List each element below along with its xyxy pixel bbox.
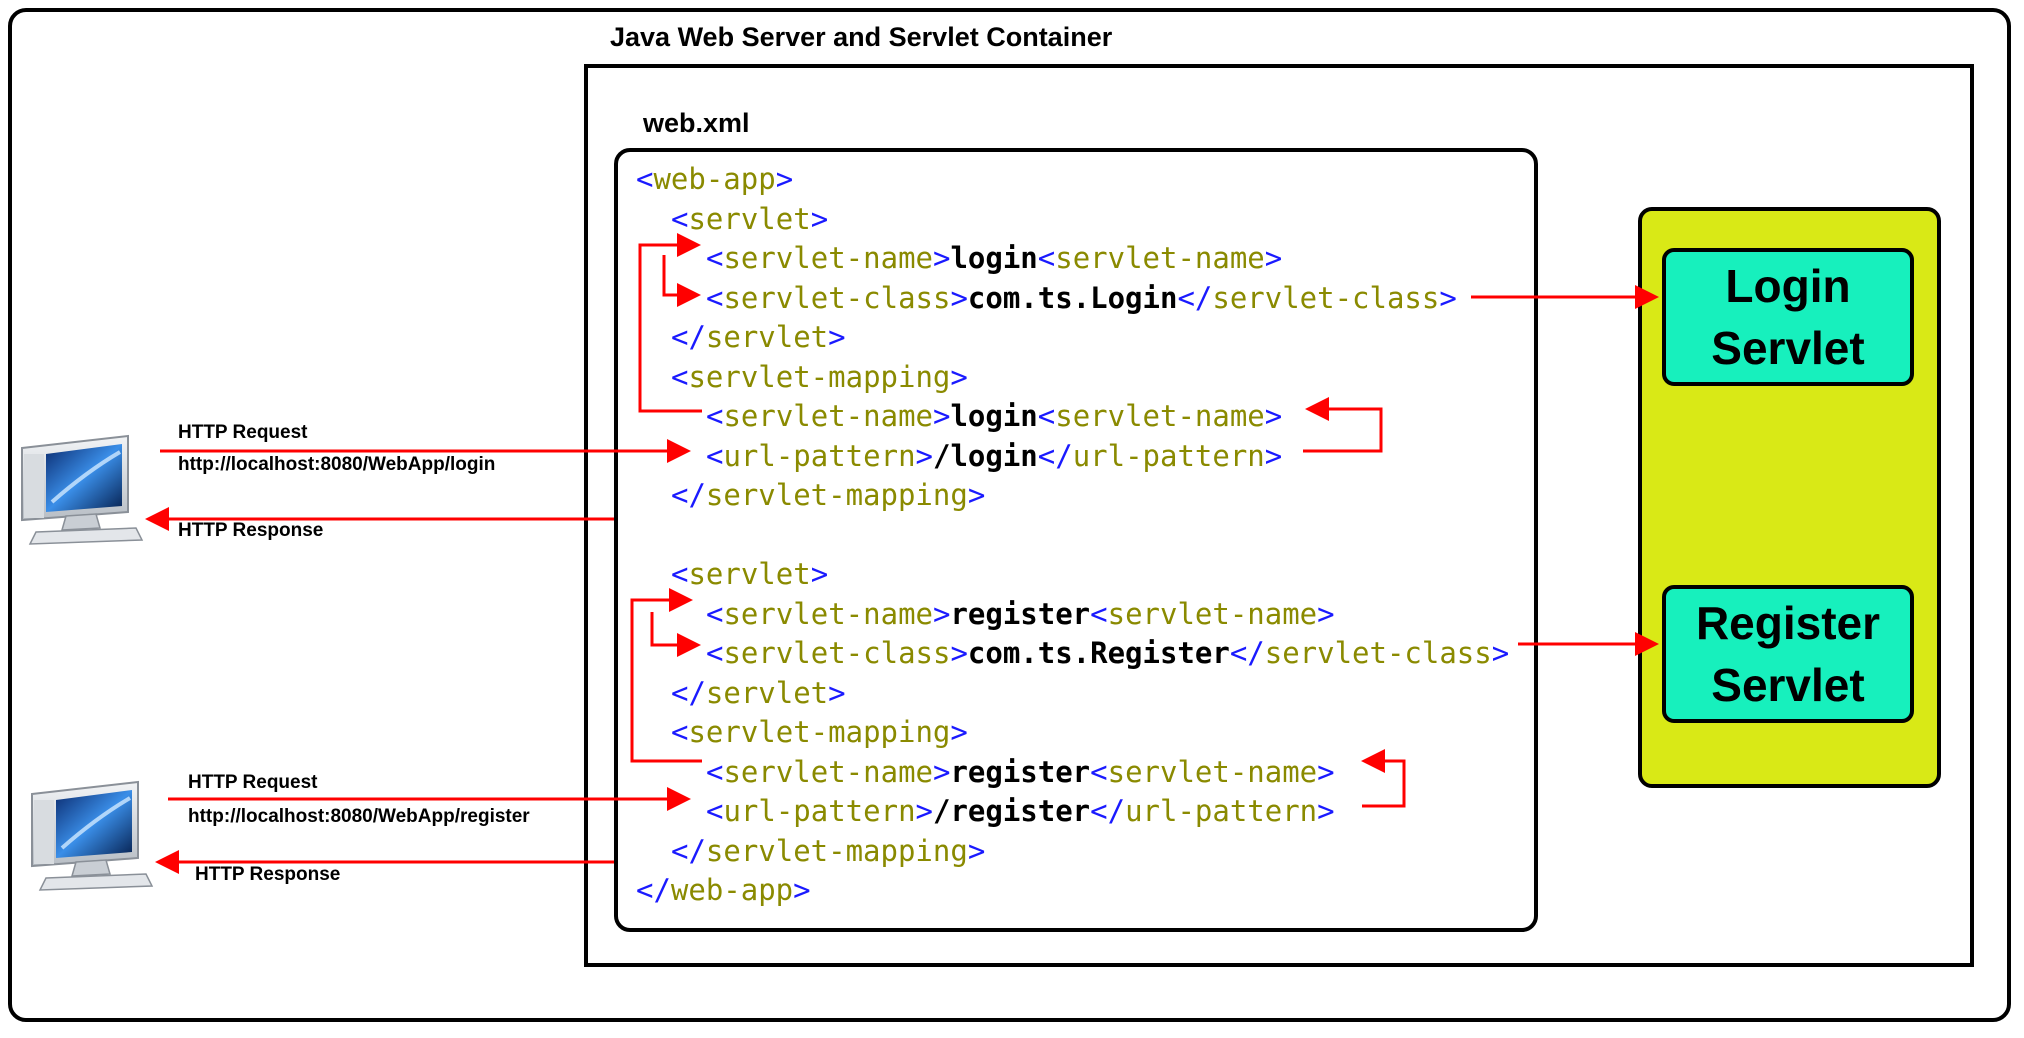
register-class-link [650,612,701,657]
login-class-link [662,255,701,307]
login-name-link [1303,397,1383,453]
register-name-link [1361,749,1406,808]
connector-arrows [145,233,1659,874]
login-mapping-link [638,233,702,413]
register-mapping-link [630,588,702,763]
